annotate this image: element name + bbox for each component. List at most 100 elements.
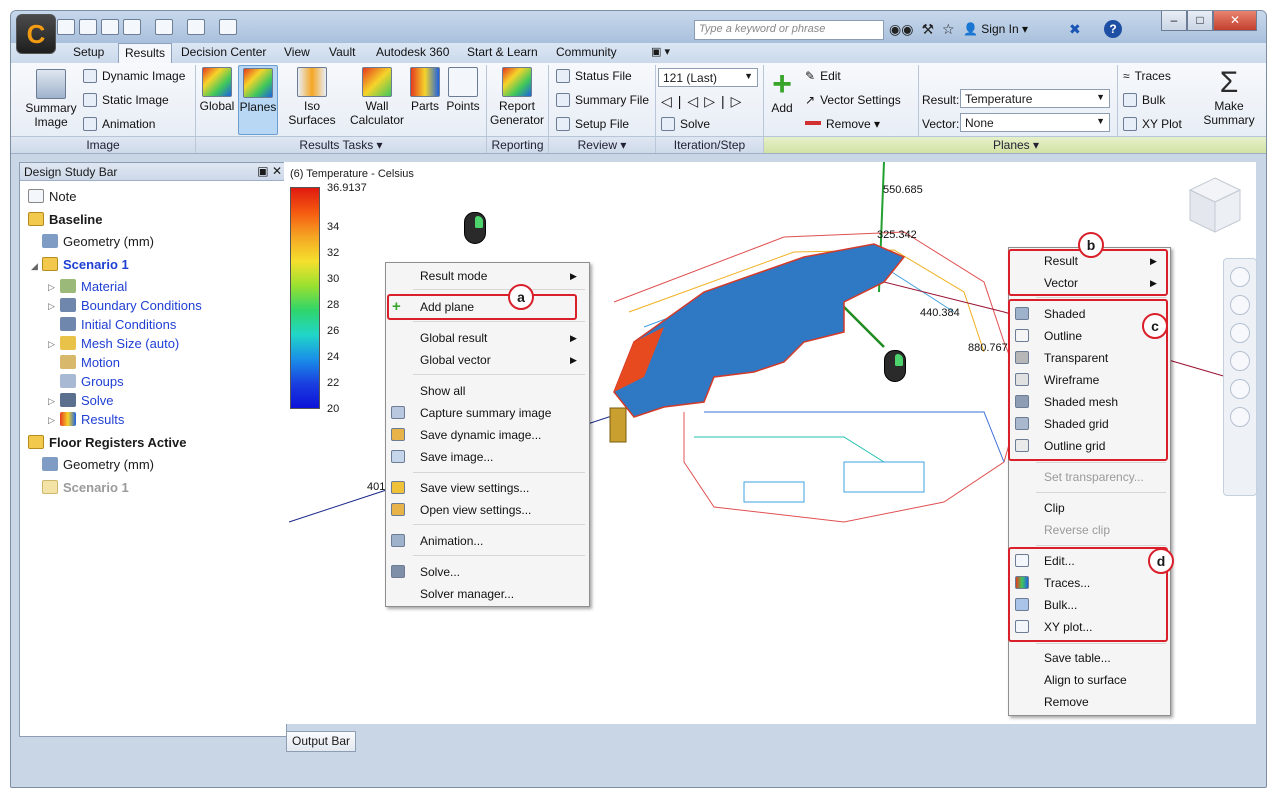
steering-wheel-icon[interactable] — [1230, 267, 1250, 287]
menu-item-global-result[interactable]: Global result — [420, 331, 487, 345]
view-cube[interactable] — [1188, 176, 1242, 236]
view-mode-icon[interactable] — [187, 19, 205, 35]
tab-setup[interactable]: Setup — [73, 45, 104, 59]
search-input[interactable]: Type a keyword or phrase — [694, 20, 884, 40]
add-plane-button[interactable]: + Add — [765, 67, 799, 115]
menu-item-save-image[interactable]: Save image... — [420, 450, 493, 464]
pan-icon[interactable] — [1230, 295, 1250, 315]
solve-button[interactable]: Solve — [661, 117, 710, 131]
wrench-icon[interactable]: ⚒ — [921, 21, 934, 38]
last-step-icon[interactable]: |▷ — [721, 93, 747, 109]
tree-motion[interactable]: Motion — [60, 355, 120, 370]
orbit-icon[interactable] — [1230, 351, 1250, 371]
tree-note[interactable]: Note — [28, 189, 76, 204]
tab-start-learn[interactable]: Start & Learn — [467, 45, 538, 59]
open-file-icon[interactable] — [79, 19, 97, 35]
expand-icon[interactable]: ▷ — [48, 396, 55, 407]
expand-icon[interactable]: ▷ — [48, 301, 55, 312]
vector-select[interactable]: None ▼ — [960, 113, 1110, 132]
sign-in-link[interactable]: 👤 Sign In ▾ — [963, 22, 1028, 36]
exchange-icon[interactable]: ✖ — [1069, 21, 1081, 38]
points-button[interactable]: Points — [445, 67, 481, 113]
star-icon[interactable]: ☆ — [942, 21, 955, 38]
menu-item-solve[interactable]: Solve... — [420, 565, 460, 579]
look-at-icon[interactable] — [1230, 379, 1250, 399]
edit-button[interactable]: ✎ Edit — [805, 69, 841, 83]
next-step-icon[interactable]: ▷ — [704, 93, 721, 109]
report-generator-button[interactable]: Report Generator — [489, 67, 545, 127]
tab-autodesk-360[interactable]: Autodesk 360 — [376, 45, 449, 59]
tree-scenario-1[interactable]: Scenario 1 — [42, 257, 129, 272]
maximize-button[interactable]: □ — [1187, 11, 1213, 31]
summary-file-button[interactable]: Summary File — [556, 93, 649, 107]
summary-image-button[interactable]: Summary Image — [19, 69, 83, 129]
tree-results[interactable]: Results — [60, 412, 124, 427]
menu-item-animation[interactable]: Animation... — [420, 534, 483, 548]
setup-file-button[interactable]: Setup File — [556, 117, 629, 131]
parts-button[interactable]: Parts — [409, 67, 441, 113]
application-menu-button[interactable]: C — [16, 14, 56, 54]
menu-item-global-vector[interactable]: Global vector — [420, 353, 491, 367]
new-file-icon[interactable] — [57, 19, 75, 35]
tab-results[interactable]: Results — [118, 43, 173, 63]
tree-baseline[interactable]: Baseline — [28, 212, 102, 227]
close-panel-icon[interactable]: ✕ — [272, 164, 282, 178]
global-button[interactable]: Global — [197, 67, 237, 113]
collapse-icon[interactable]: ◢ — [31, 261, 38, 272]
menu-item-align-to-surface[interactable]: Align to surface — [1044, 673, 1127, 687]
menu-item-result-mode[interactable]: Result mode — [420, 269, 487, 283]
traces-button[interactable]: ≈ Traces — [1123, 69, 1171, 83]
help-button[interactable]: ? — [1104, 20, 1122, 38]
tree-solve[interactable]: Solve — [60, 393, 114, 408]
tab-community[interactable]: Community — [556, 45, 617, 59]
xy-plot-button[interactable]: XY Plot — [1123, 117, 1182, 131]
vector-settings-button[interactable]: ↗ Vector Settings — [805, 93, 901, 107]
tree-groups[interactable]: Groups — [60, 374, 124, 389]
tree-floor-registers-active[interactable]: Floor Registers Active — [28, 435, 187, 450]
tree-geometry-2[interactable]: Geometry (mm) — [42, 457, 154, 472]
camera-dropdown-icon[interactable]: ▣ ▾ — [651, 45, 670, 58]
static-image-button[interactable]: Static Image — [83, 93, 169, 107]
tab-vault[interactable]: Vault — [329, 45, 355, 59]
output-bar-button[interactable]: Output Bar — [286, 731, 356, 752]
menu-item-save-dynamic-image[interactable]: Save dynamic image... — [420, 428, 541, 442]
tree-material[interactable]: Material — [60, 279, 127, 294]
tree-initial-conditions[interactable]: Initial Conditions — [60, 317, 176, 332]
menu-item-show-all[interactable]: Show all — [420, 384, 465, 398]
first-step-icon[interactable]: ◁| — [661, 93, 687, 109]
previous-step-icon[interactable]: ◁ — [687, 93, 704, 109]
close-button[interactable]: ✕ — [1213, 11, 1257, 31]
wall-calculator-button[interactable]: Wall Calculator — [347, 67, 407, 127]
bulk-button[interactable]: Bulk — [1123, 93, 1165, 107]
planes-button[interactable]: Planes — [238, 65, 278, 135]
dock-icon[interactable]: ▣ — [257, 164, 268, 178]
binoculars-icon[interactable]: ◉◉ — [889, 21, 913, 38]
dynamic-image-button[interactable]: Dynamic Image — [83, 69, 185, 83]
tree-mesh-size[interactable]: Mesh Size (auto) — [60, 336, 179, 351]
make-summary-button[interactable]: Σ Make Summary — [1197, 67, 1261, 128]
tree-boundary-conditions[interactable]: Boundary Conditions — [60, 298, 202, 313]
menu-item-save-table[interactable]: Save table... — [1044, 651, 1111, 665]
expand-icon[interactable]: ▷ — [48, 415, 55, 426]
tab-decision-center[interactable]: Decision Center — [181, 45, 266, 59]
iso-surfaces-button[interactable]: Iso Surfaces — [279, 67, 345, 127]
tree-geometry[interactable]: Geometry (mm) — [42, 234, 154, 249]
menu-item-solver-manager[interactable]: Solver manager... — [420, 587, 514, 601]
iteration-step-select[interactable]: 121 (Last) ▼ — [658, 68, 758, 87]
save-all-icon[interactable] — [123, 19, 141, 35]
layout-icon[interactable] — [219, 19, 237, 35]
menu-item-save-view-settings[interactable]: Save view settings... — [420, 481, 529, 495]
expand-icon[interactable]: ▷ — [48, 282, 55, 293]
remove-button[interactable]: Remove ▾ — [805, 117, 880, 131]
menu-item-open-view-settings[interactable]: Open view settings... — [420, 503, 531, 517]
animation-button[interactable]: Animation — [83, 117, 155, 131]
zoom-icon[interactable] — [1230, 323, 1250, 343]
tab-view[interactable]: View — [284, 45, 310, 59]
center-icon[interactable] — [1230, 407, 1250, 427]
result-select[interactable]: Temperature ▼ — [960, 89, 1110, 108]
tree-scenario-1-inactive[interactable]: Scenario 1 — [42, 480, 129, 495]
menu-item-remove[interactable]: Remove — [1044, 695, 1089, 709]
menu-item-capture-summary-image[interactable]: Capture summary image — [420, 406, 551, 420]
save-icon[interactable] — [101, 19, 119, 35]
menu-item-clip[interactable]: Clip — [1044, 501, 1065, 515]
